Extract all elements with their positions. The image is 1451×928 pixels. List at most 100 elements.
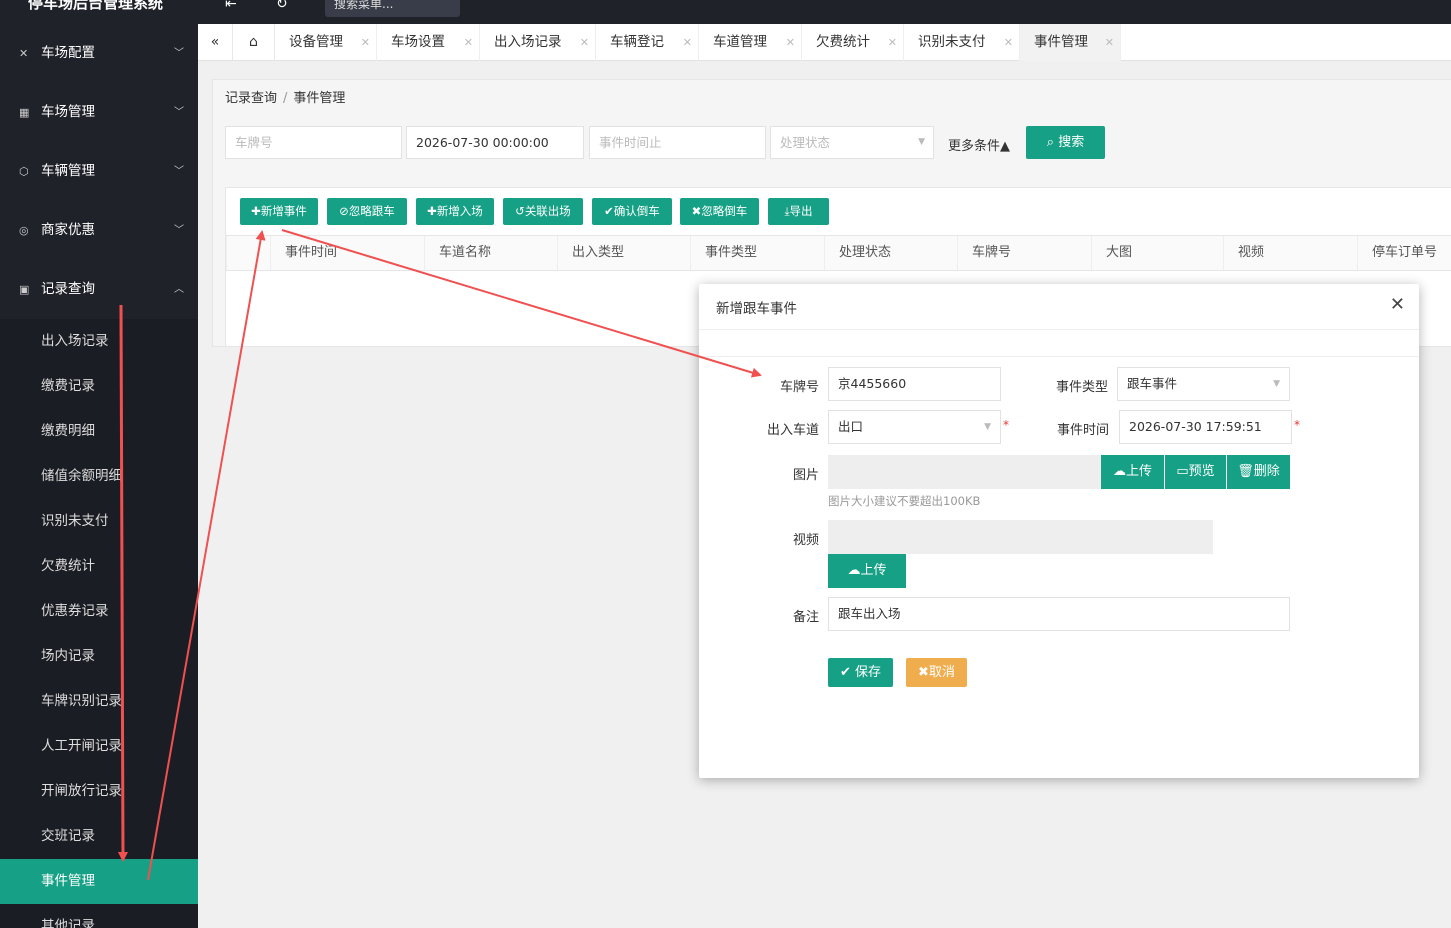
tabs-scroll-left-icon[interactable]: « bbox=[198, 24, 233, 61]
column-header[interactable]: 处理状态 bbox=[824, 236, 957, 270]
sidebar-item-entry-exit[interactable]: 出入场记录 bbox=[0, 319, 198, 364]
refresh-icon[interactable]: ↻ bbox=[276, 0, 288, 12]
sidebar-group-venue-config[interactable]: ✕ 车场配置 ﹀ bbox=[0, 24, 198, 83]
close-icon[interactable]: ✕ bbox=[683, 24, 692, 61]
video-path-field bbox=[828, 520, 1213, 554]
close-icon[interactable]: ✕ bbox=[888, 24, 897, 61]
start-time-input[interactable]: 2026-07-30 00:00:00 bbox=[406, 126, 584, 159]
coin-icon: ◎ bbox=[19, 224, 29, 237]
sidebar-group-record-query[interactable]: ▣ 记录查询 ︿ bbox=[0, 260, 198, 319]
tab-label: 欠费统计 bbox=[816, 34, 870, 50]
plate-input[interactable]: 京4455660 bbox=[828, 367, 1001, 401]
chevron-down-icon: ﹀ bbox=[174, 48, 184, 59]
status-select[interactable]: 处理状态 ▼ bbox=[770, 126, 934, 159]
end-time-input[interactable]: 事件时间止 bbox=[589, 126, 766, 159]
column-header[interactable]: 大图 bbox=[1091, 236, 1223, 270]
button-label: 新增事件 bbox=[260, 204, 307, 218]
caret-down-icon: ▼ bbox=[984, 422, 991, 432]
tab-vehicle-register[interactable]: 车辆登记 ✕ bbox=[596, 24, 699, 61]
sidebar-group-merchant-discount[interactable]: ◎ 商家优惠 ﹀ bbox=[0, 201, 198, 260]
sidebar-item-other-records[interactable]: 其他记录 bbox=[0, 904, 198, 928]
sidebar-item-plate-recognition[interactable]: 车牌识别记录 bbox=[0, 679, 198, 724]
tab-arrears-stats[interactable]: 欠费统计 ✕ bbox=[802, 24, 904, 61]
close-icon[interactable]: ✕ bbox=[1390, 294, 1405, 315]
link-exit-button[interactable]: ↺关联出场 bbox=[503, 198, 583, 225]
sidebar-item-payment-details[interactable]: 缴费明细 bbox=[0, 409, 198, 454]
tab-lane-manage[interactable]: 车道管理 ✕ bbox=[699, 24, 802, 61]
remark-input[interactable]: 跟车出入场 bbox=[828, 597, 1290, 631]
close-icon[interactable]: ✕ bbox=[786, 24, 795, 61]
button-label: 确认倒车 bbox=[613, 204, 660, 218]
sidebar-item-arrears-stats[interactable]: 欠费统计 bbox=[0, 544, 198, 589]
button-label: 保存 bbox=[855, 665, 882, 680]
sidebar-item-gate-release[interactable]: 开闸放行记录 bbox=[0, 769, 198, 814]
video-upload-button[interactable]: ☁上传 bbox=[828, 554, 906, 588]
close-icon[interactable]: ✕ bbox=[464, 24, 473, 61]
page-tabs: « ⌂ 设备管理 ✕ 车场设置 ✕ 出入场记录 ✕ 车辆登记 ✕ 车道管理 ✕ 欠费统计 ✕… bbox=[198, 24, 1451, 61]
column-header[interactable]: 视频 bbox=[1223, 236, 1357, 270]
column-header[interactable]: 事件时间 bbox=[270, 236, 424, 270]
ban-icon: ⊘ bbox=[339, 204, 349, 218]
image-size-hint: 图片大小建议不要超出100KB bbox=[828, 494, 981, 508]
table-header: 事件时间 车道名称 出入类型 事件类型 处理状态 车牌号 大图 视频 停车订单号 bbox=[226, 235, 1451, 271]
tab-unpaid-recognition[interactable]: 识别未支付 ✕ bbox=[904, 24, 1020, 61]
breadcrumb-parent[interactable]: 记录查询 bbox=[225, 91, 277, 106]
tab-label: 车场设置 bbox=[391, 34, 445, 50]
column-header[interactable]: 停车订单号 bbox=[1357, 236, 1451, 270]
button-label: 新增入场 bbox=[436, 204, 483, 218]
button-label: 取消 bbox=[928, 665, 955, 680]
sidebar-item-in-lot-records[interactable]: 场内记录 bbox=[0, 634, 198, 679]
caret-up-icon: ▲ bbox=[1000, 139, 1011, 154]
search-button[interactable]: ⌕ 搜索 bbox=[1026, 126, 1105, 159]
event-type-select[interactable]: 跟车事件 ▼ bbox=[1117, 367, 1290, 401]
table-checkbox-column[interactable] bbox=[226, 236, 270, 270]
close-icon[interactable]: ✕ bbox=[361, 24, 370, 61]
home-icon[interactable]: ⌂ bbox=[233, 24, 275, 61]
sidebar-item-manual-gate[interactable]: 人工开闸记录 bbox=[0, 724, 198, 769]
more-conditions-toggle[interactable]: 更多条件▲ bbox=[948, 135, 1010, 154]
cancel-button[interactable]: ✖取消 bbox=[906, 658, 967, 687]
close-icon[interactable]: ✕ bbox=[1004, 24, 1013, 61]
tab-venue-settings[interactable]: 车场设置 ✕ bbox=[377, 24, 480, 61]
sidebar-group-venue-manage[interactable]: ▦ 车场管理 ﹀ bbox=[0, 83, 198, 142]
column-header[interactable]: 车牌号 bbox=[957, 236, 1091, 270]
tab-event-manage[interactable]: 事件管理 ✕ bbox=[1020, 24, 1121, 61]
export-button[interactable]: ⤓导出 bbox=[768, 198, 829, 225]
lane-select[interactable]: 出口 ▼ bbox=[828, 410, 1001, 444]
column-header[interactable]: 出入类型 bbox=[557, 236, 690, 270]
plate-filter-input[interactable]: 车牌号 bbox=[225, 126, 402, 159]
sidebar-item-shift-records[interactable]: 交班记录 bbox=[0, 814, 198, 859]
app-title: 停车场后台管理系统 bbox=[28, 0, 164, 12]
sidebar-item-balance-details[interactable]: 储值余额明细 bbox=[0, 454, 198, 499]
image-delete-button[interactable]: 🗑删除 bbox=[1227, 455, 1290, 489]
sidebar-group-vehicle-manage[interactable]: ⬡ 车辆管理 ﹀ bbox=[0, 142, 198, 201]
plus-icon: ✚ bbox=[251, 204, 261, 218]
event-time-input[interactable]: 2026-07-30 17:59:51 bbox=[1119, 410, 1292, 444]
save-button[interactable]: ✔ 保存 bbox=[828, 658, 893, 687]
lane-value: 出口 bbox=[838, 419, 864, 434]
breadcrumb-separator: / bbox=[283, 91, 288, 106]
chevron-down-icon: ﹀ bbox=[174, 166, 184, 177]
image-upload-button[interactable]: ☁上传 bbox=[1101, 455, 1164, 489]
add-entry-button[interactable]: ✚新增入场 bbox=[416, 198, 494, 225]
sidebar-item-unpaid-recognition[interactable]: 识别未支付 bbox=[0, 499, 198, 544]
add-event-button[interactable]: ✚新增事件 bbox=[240, 198, 318, 225]
caret-down-icon: ▼ bbox=[1273, 379, 1280, 389]
sidebar-item-coupon-records[interactable]: 优惠券记录 bbox=[0, 589, 198, 634]
column-header[interactable]: 车道名称 bbox=[424, 236, 557, 270]
collapse-menu-icon[interactable]: ⇤ bbox=[225, 0, 237, 12]
close-icon[interactable]: ✕ bbox=[1105, 24, 1114, 61]
sidebar-item-payment-records[interactable]: 缴费记录 bbox=[0, 364, 198, 409]
ignore-tailgate-button[interactable]: ⊘忽略跟车 bbox=[327, 198, 407, 225]
menu-search-input[interactable]: 搜索菜单... bbox=[325, 0, 460, 17]
column-header[interactable]: 事件类型 bbox=[690, 236, 824, 270]
tab-label: 识别未支付 bbox=[918, 34, 986, 50]
sidebar-item-event-manage[interactable]: 事件管理 bbox=[0, 859, 198, 904]
close-icon[interactable]: ✕ bbox=[580, 24, 589, 61]
confirm-reverse-button[interactable]: ✔确认倒车 bbox=[592, 198, 672, 225]
ignore-reverse-button[interactable]: ✖忽略倒车 bbox=[680, 198, 759, 225]
image-preview-button[interactable]: ▭预览 bbox=[1165, 455, 1226, 489]
image-icon: ▭ bbox=[1176, 464, 1189, 479]
tab-device-manage[interactable]: 设备管理 ✕ bbox=[275, 24, 377, 61]
tab-entry-exit[interactable]: 出入场记录 ✕ bbox=[480, 24, 596, 61]
